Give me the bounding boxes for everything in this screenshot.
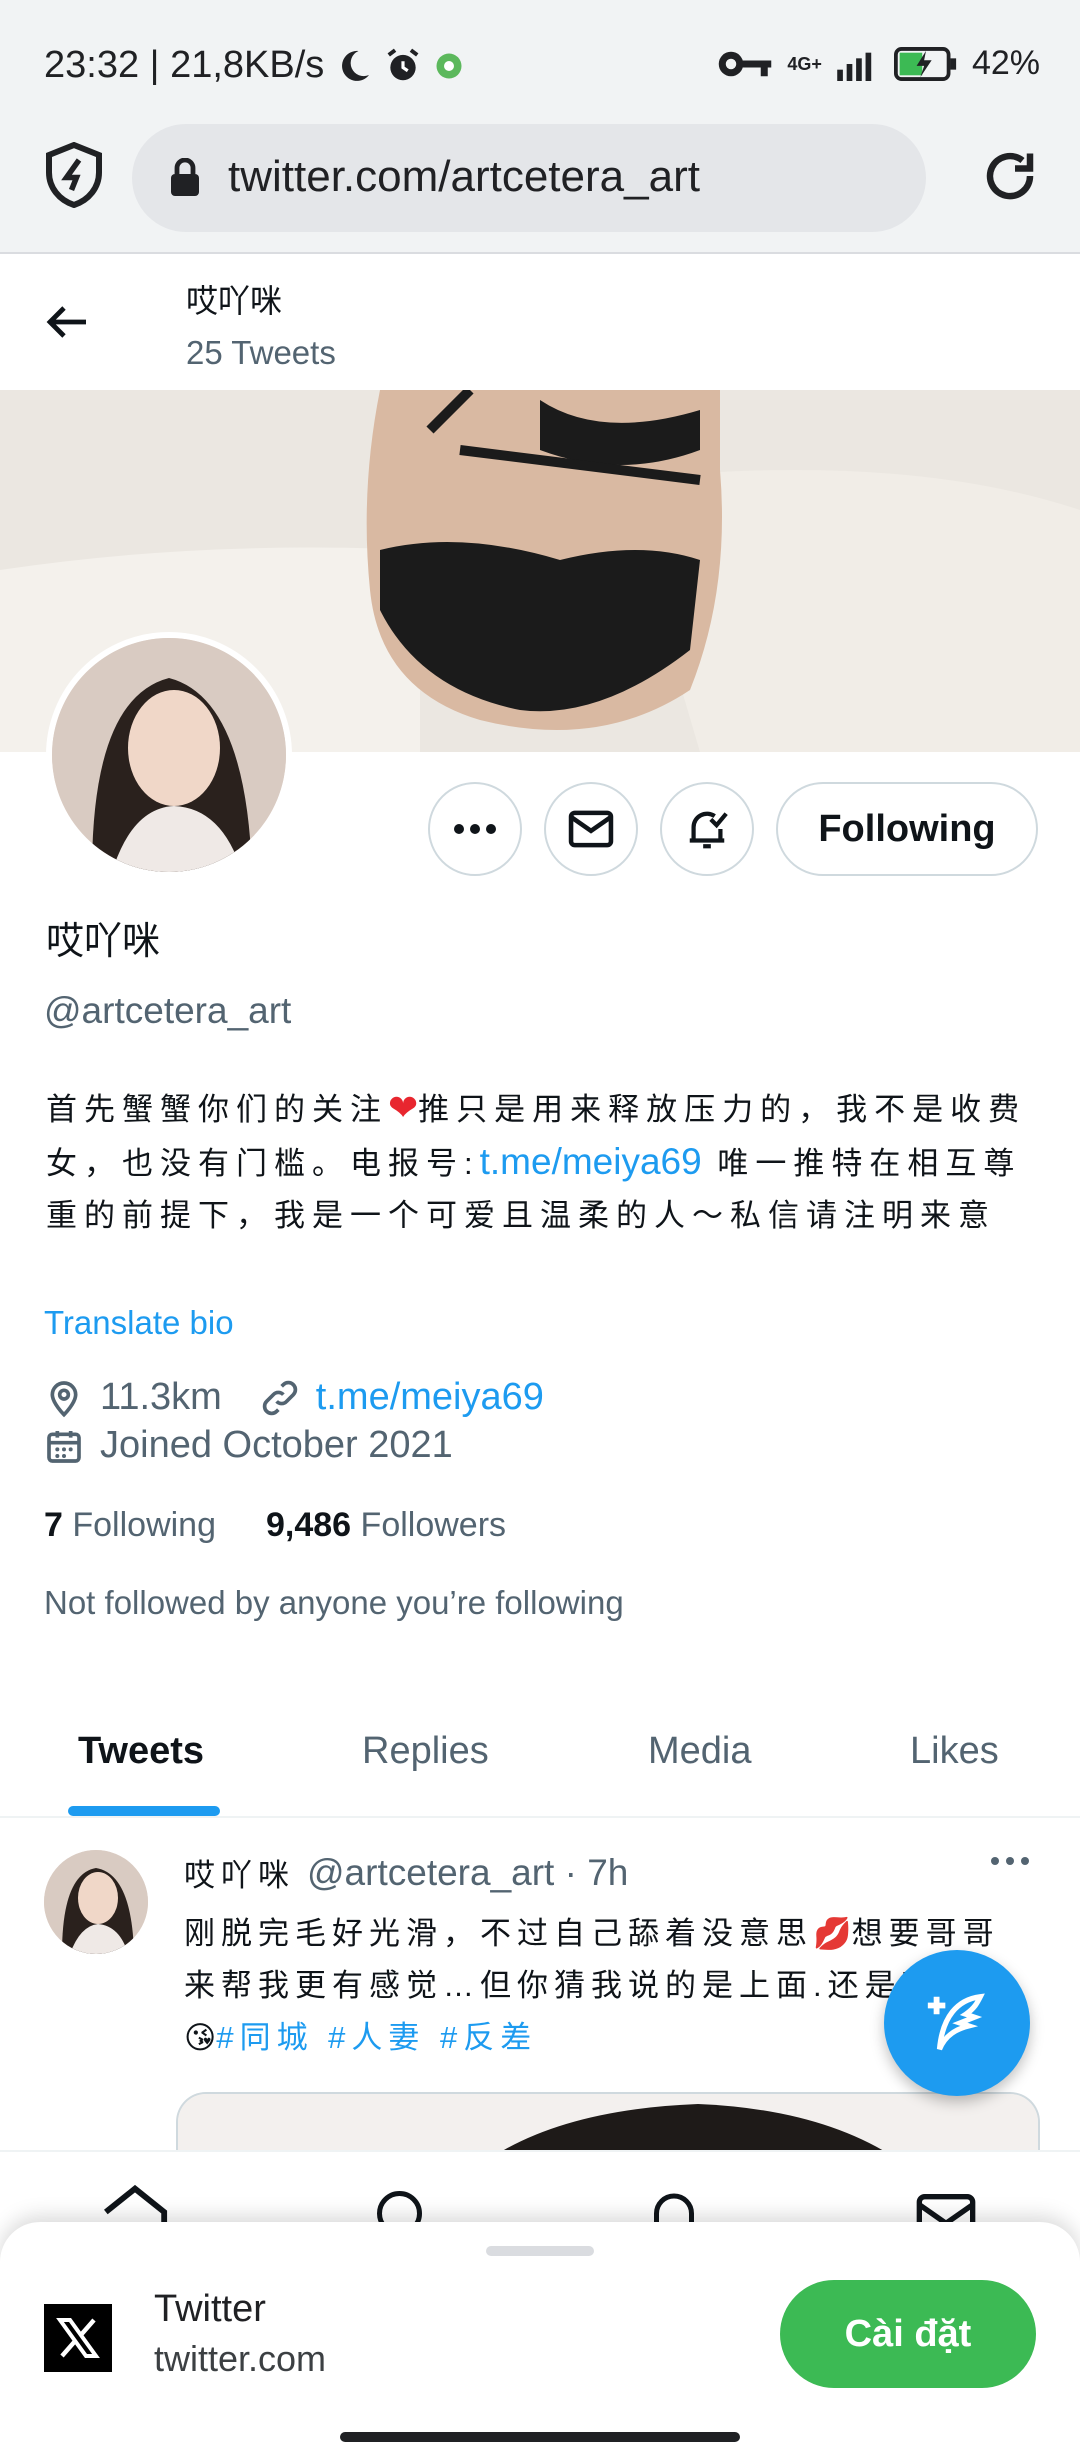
bio-text-1: 首先蟹蟹你们的关注	[46, 1092, 388, 1127]
tweet-avatar[interactable]	[44, 1850, 148, 1954]
tweet-handle-time: @artcetera_art · 7h	[307, 1851, 629, 1893]
moon-icon	[342, 50, 370, 81]
profile-header: 哎吖咪 25 Tweets	[0, 256, 1080, 390]
profile-avatar[interactable]	[46, 632, 292, 878]
signal-icon	[837, 52, 872, 81]
address-bar[interactable]: twitter.com/artcetera_art	[132, 124, 926, 232]
follow-stats: 7 Following 9,486 Followers	[44, 1506, 506, 1545]
lips-emoji: 💋	[813, 1916, 852, 1951]
tweet-more-icon[interactable]	[990, 1856, 1030, 1866]
avatar-image	[52, 638, 286, 872]
following-label: Following	[72, 1506, 216, 1544]
profile-bio: 首先蟹蟹你们的关注❤推只是用来释放压力的，我不是收费女，也没有门槛。电报号:t.…	[46, 1082, 1036, 1242]
header-tweet-count: 25 Tweets	[186, 334, 336, 371]
shield-icon[interactable]	[44, 142, 104, 208]
translate-bio-link[interactable]: Translate bio	[44, 1304, 234, 1342]
profile-handle: @artcetera_art	[44, 990, 292, 1031]
install-app-name: Twitter	[154, 2288, 266, 2330]
status-right: 4G+ 42%	[717, 44, 1040, 83]
kiss-emoji: 😘	[184, 2020, 217, 2055]
joined-row: Joined October 2021	[44, 1424, 453, 1467]
following-count: 7	[44, 1506, 63, 1544]
calendar-icon	[47, 1430, 81, 1463]
link-icon	[262, 1380, 298, 1415]
x-logo-icon	[44, 2304, 112, 2372]
envelope-icon	[568, 810, 614, 848]
location-text: 11.3km	[100, 1376, 222, 1418]
browser-toolbar: twitter.com/artcetera_art	[0, 120, 1080, 254]
status-left: 23:32 | 21,8KB/s	[44, 44, 464, 87]
back-arrow-icon[interactable]	[44, 298, 92, 346]
vpn-key-icon	[719, 51, 772, 76]
app-status-icon	[436, 53, 462, 78]
install-app-domain: twitter.com	[154, 2338, 327, 2379]
more-dots-icon	[454, 824, 496, 834]
compose-feather-icon	[927, 1993, 985, 2051]
profile-display-name: 哎吖咪	[46, 921, 161, 963]
install-app-sheet: Twitter twitter.com Cài đặt	[0, 2222, 1080, 2460]
alarm-icon	[387, 48, 419, 80]
followers-label: Followers	[360, 1506, 507, 1544]
profile-tabs: Tweets Replies Media Likes	[0, 1700, 1080, 1818]
tab-replies[interactable]: Replies	[362, 1730, 489, 1773]
joined-text: Joined October 2021	[100, 1424, 453, 1466]
battery-icon	[893, 46, 957, 81]
status-time-speed: 23:32 | 21,8KB/s	[44, 44, 325, 86]
tab-likes[interactable]: Likes	[910, 1730, 999, 1773]
followers-stat[interactable]: 9,486 Followers	[266, 1506, 506, 1545]
install-button[interactable]: Cài đặt	[780, 2280, 1036, 2388]
tweet-avatar-image	[44, 1850, 148, 1954]
gesture-navigation-bar[interactable]	[340, 2432, 740, 2442]
tab-media[interactable]: Media	[648, 1730, 752, 1773]
tweet-hashtags[interactable]: #同城 #人妻 #反差	[216, 2020, 537, 2055]
followers-count: 9,486	[266, 1506, 352, 1544]
bio-link[interactable]: t.me/meiya69	[480, 1141, 702, 1182]
location-pin-icon	[50, 1380, 78, 1417]
heart-icon: ❤	[388, 1087, 419, 1128]
notifications-button[interactable]	[660, 782, 754, 876]
battery-level: 42%	[971, 44, 1040, 82]
tweet-author-name[interactable]: 哎吖咪	[184, 1850, 295, 1895]
status-bar: 23:32 | 21,8KB/s 4G+ 42%	[0, 0, 1080, 120]
sheet-drag-handle[interactable]	[486, 2246, 594, 2256]
more-options-button[interactable]	[428, 782, 522, 876]
reload-icon[interactable]	[980, 146, 1040, 206]
network-type: 4G+	[787, 53, 822, 74]
message-button[interactable]	[544, 782, 638, 876]
url-text: twitter.com/artcetera_art	[228, 152, 700, 201]
tweet-header: 哎吖咪 @artcetera_art · 7h	[184, 1850, 628, 1895]
location-website-row: 11.3km t.me/meiya69	[44, 1376, 544, 1419]
following-stat[interactable]: 7 Following	[44, 1506, 216, 1545]
tweet-text-1: 刚脱完毛好光滑，不过自己舔着没意思	[184, 1916, 813, 1951]
lock-icon	[171, 158, 199, 196]
following-button[interactable]: Following	[776, 782, 1038, 876]
not-followed-note: Not followed by anyone you’re following	[44, 1584, 624, 1621]
tab-tweets[interactable]: Tweets	[78, 1730, 204, 1773]
active-tab-indicator	[68, 1806, 220, 1816]
website-link[interactable]: t.me/meiya69	[316, 1376, 544, 1419]
bell-check-icon	[689, 811, 728, 849]
header-display-name: 哎吖咪	[186, 283, 283, 319]
compose-tweet-button[interactable]	[884, 1950, 1030, 2096]
